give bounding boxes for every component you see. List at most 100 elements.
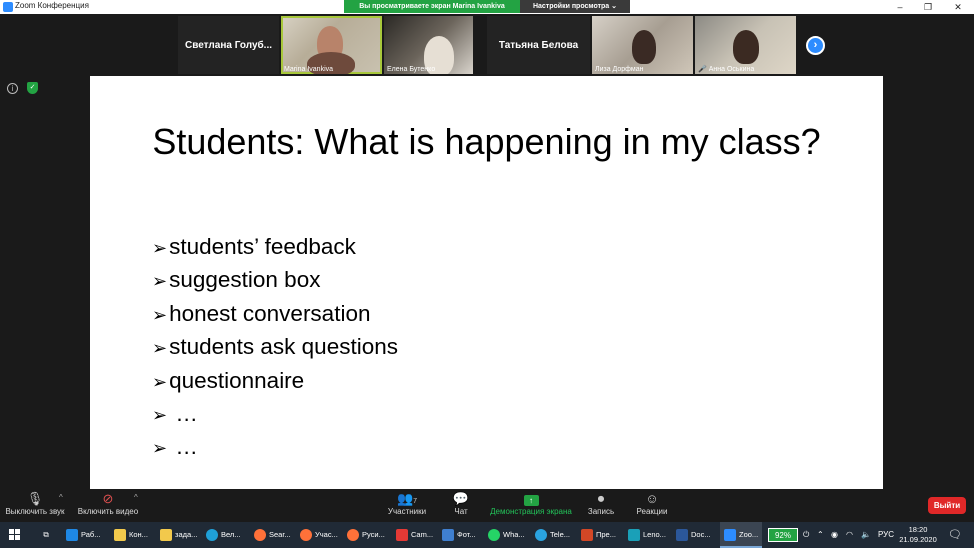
- arrow-bullet-icon: ➢: [152, 304, 168, 325]
- reactions-button[interactable]: ☺ Реакции: [632, 489, 672, 522]
- taskbar-item[interactable]: Раб...: [66, 522, 100, 548]
- reactions-label: Реакции: [636, 507, 668, 516]
- firefox-icon: [300, 529, 312, 542]
- volume-icon[interactable]: 🔈: [861, 522, 871, 548]
- participants-label: Участники: [387, 507, 427, 516]
- participant-tile[interactable]: Татьяна Белова: [487, 16, 590, 74]
- participant-video-tile[interactable]: 🎤 Анна Оськина: [695, 16, 796, 74]
- security-shield-icon[interactable]: ✓: [27, 82, 38, 94]
- taskbar-item[interactable]: Руси...: [347, 522, 385, 548]
- participant-caption: 🎤 Анна Оськина: [698, 65, 754, 73]
- minimize-icon[interactable]: –: [886, 0, 914, 14]
- close-icon[interactable]: ✕: [944, 0, 972, 14]
- taskbar-item[interactable]: Wha...: [488, 522, 525, 548]
- taskbar-item-label: Zoo...: [739, 530, 759, 539]
- taskbar-item-label: Cam...: [411, 530, 434, 539]
- arrow-bullet-icon: ➢: [152, 371, 168, 392]
- taskbar-item-label: Руси...: [362, 530, 385, 539]
- word-icon: [676, 529, 688, 542]
- taskbar-item-label: Wha...: [503, 530, 525, 539]
- record-icon: ⏺: [597, 491, 605, 506]
- participant-caption: Marina Ivankiva: [284, 66, 334, 73]
- power-plug-icon: ⏻: [803, 530, 810, 539]
- notifications-icon[interactable]: 🗨: [948, 522, 962, 548]
- participant-video-tile[interactable]: Елена Бутенко: [384, 16, 473, 74]
- taskbar-item[interactable]: Doc...: [676, 522, 711, 548]
- taskbar-item[interactable]: Вел...: [206, 522, 241, 548]
- taskbar-item-label: зада...: [175, 530, 198, 539]
- taskbar-item[interactable]: Пре...: [581, 522, 616, 548]
- list-item: ➢questionnaire: [152, 364, 398, 397]
- title-bar: Zoom Конференция Вы просматриваете экран…: [0, 0, 974, 14]
- participants-button[interactable]: 👥7 Участники: [384, 489, 430, 522]
- taskbar-item[interactable]: Sear...: [254, 522, 291, 548]
- photos-icon: [442, 529, 454, 542]
- taskbar-item[interactable]: Учас...: [300, 522, 338, 548]
- list-item: ➢honest conversation: [152, 297, 398, 330]
- chevron-up-icon[interactable]: ⌃: [817, 522, 824, 548]
- next-page-button[interactable]: ›: [806, 36, 825, 55]
- mute-button[interactable]: 🎙 Выключить звук: [4, 489, 66, 522]
- chat-button[interactable]: 💬 Чат: [446, 489, 476, 522]
- slide-title: Students: What is happening in my class?: [152, 121, 821, 162]
- view-options-button[interactable]: Настройки просмотра ⌄: [520, 0, 630, 13]
- arrow-bullet-icon: ➢: [152, 404, 168, 425]
- taskbar-item-label: Doc...: [691, 530, 711, 539]
- taskbar-item-label: Учас...: [315, 530, 338, 539]
- leave-meeting-button[interactable]: Выйти: [928, 497, 966, 514]
- participant-video-tile[interactable]: Marina Ivankiva: [281, 16, 382, 74]
- record-label: Запись: [587, 507, 615, 516]
- zoom-icon: [724, 529, 736, 542]
- list-item: ➢students’ feedback: [152, 230, 398, 263]
- folder-icon: [114, 529, 126, 542]
- start-video-label: Включить видео: [77, 507, 139, 516]
- taskbar-item-label: Sear...: [269, 530, 291, 539]
- taskbar-item[interactable]: Кон...: [114, 522, 148, 548]
- participant-caption: Лиза Дорфман: [595, 66, 644, 73]
- record-button[interactable]: ⏺ Запись: [584, 489, 618, 522]
- participant-video-tile[interactable]: Лиза Дорфман: [592, 16, 693, 74]
- bullet-text: honest conversation: [169, 300, 371, 326]
- taskbar-item[interactable]: Cam...: [396, 522, 433, 548]
- taskbar-item[interactable]: зада...: [160, 522, 197, 548]
- participant-name: Татьяна Белова: [498, 40, 579, 51]
- share-screen-button[interactable]: ↑ Демонстрация экрана: [488, 489, 574, 522]
- start-video-button[interactable]: ⊘ Включить видео: [76, 489, 140, 522]
- audio-options-caret-icon[interactable]: ^: [59, 493, 63, 502]
- list-item: ➢students ask questions: [152, 330, 398, 363]
- restore-icon[interactable]: ❐: [914, 0, 942, 14]
- taskbar-item-active[interactable]: Zoo...: [720, 522, 763, 548]
- taskbar-clock[interactable]: 18:20 21.09.2020: [896, 525, 940, 545]
- arrow-bullet-icon: ➢: [152, 271, 168, 292]
- taskbar-item[interactable]: Tele...: [535, 522, 570, 548]
- taskbar-item-label: Вел...: [221, 530, 241, 539]
- folder-icon: [160, 529, 172, 542]
- arrow-bullet-icon: ➢: [152, 338, 168, 359]
- taskbar-item-label: Tele...: [550, 530, 571, 539]
- participant-tile[interactable]: Светлана Голуб...: [178, 16, 279, 74]
- desktop-icon: [66, 529, 78, 542]
- taskbar-item-label: Раб...: [81, 530, 101, 539]
- windows-start-icon[interactable]: [9, 529, 21, 541]
- taskbar-item[interactable]: Фот...: [442, 522, 476, 548]
- list-item: ➢ …: [152, 397, 398, 430]
- battery-indicator[interactable]: 92%: [768, 528, 798, 542]
- meeting-info-icon[interactable]: i: [7, 83, 18, 94]
- taskbar-item[interactable]: Leno...: [628, 522, 666, 548]
- wifi-icon[interactable]: ◠: [846, 522, 853, 548]
- participant-video: [733, 30, 759, 64]
- task-view-icon[interactable]: ⧉: [38, 522, 54, 548]
- language-indicator[interactable]: РУС: [878, 522, 894, 548]
- zoom-app-icon: [3, 2, 13, 12]
- clock-date: 21.09.2020: [899, 535, 937, 544]
- lenovo-icon: [628, 529, 640, 542]
- video-options-caret-icon[interactable]: ^: [134, 493, 138, 502]
- powerpoint-icon: [581, 529, 593, 542]
- tray-app-icon[interactable]: ◉: [831, 522, 838, 548]
- participant-name: Светлана Голуб...: [184, 40, 273, 51]
- participants-count: 7: [413, 498, 418, 505]
- firefox-icon: [347, 529, 359, 542]
- video-gallery-strip: Светлана Голуб... Marina Ivankiva Елена …: [0, 14, 974, 76]
- chevron-down-icon: ⌄: [611, 3, 618, 10]
- meeting-toolbar: 🎙 Выключить звук ^ ⊘ Включить видео ^ 👥7…: [0, 489, 974, 522]
